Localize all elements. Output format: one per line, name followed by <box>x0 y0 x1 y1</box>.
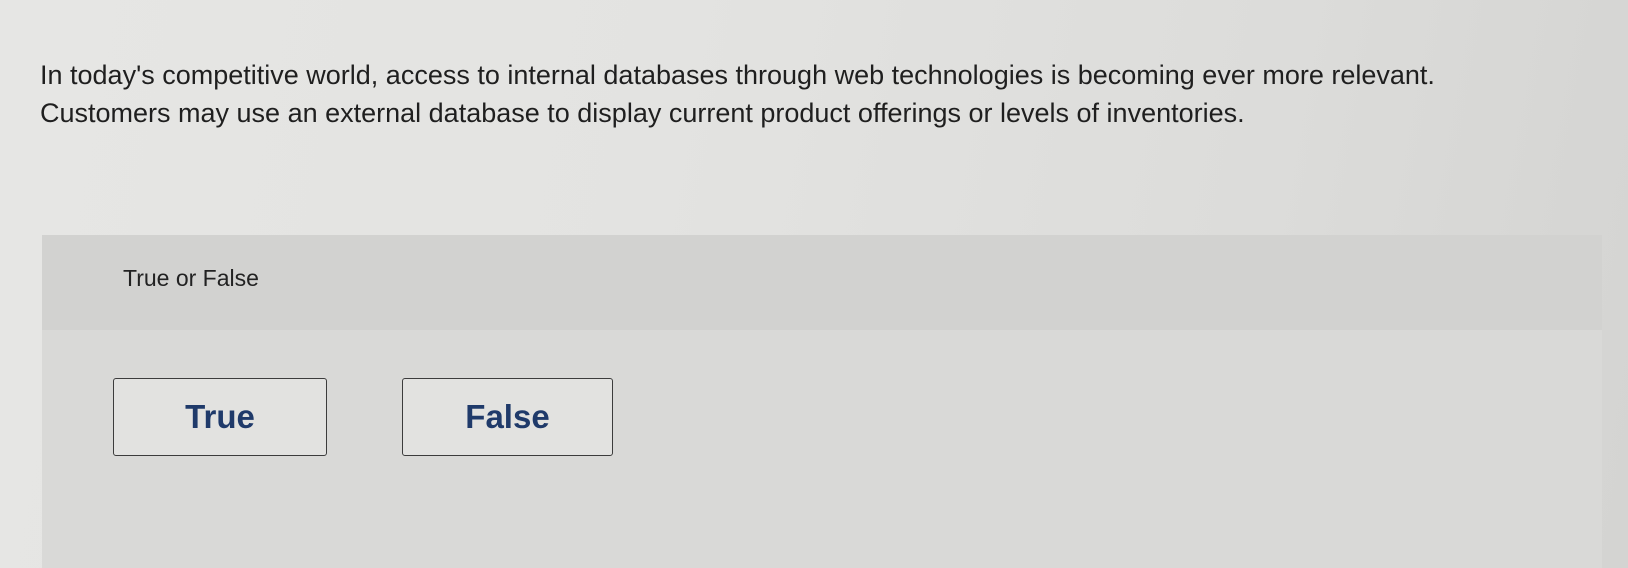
false-button[interactable]: False <box>402 378 613 456</box>
question-text: In today's competitive world, access to … <box>40 60 1435 128</box>
true-button[interactable]: True <box>113 378 327 456</box>
answer-panel-header: True or False <box>42 235 1602 330</box>
answer-panel: True or False True False <box>42 235 1602 568</box>
true-or-false-label: True or False <box>123 265 259 291</box>
